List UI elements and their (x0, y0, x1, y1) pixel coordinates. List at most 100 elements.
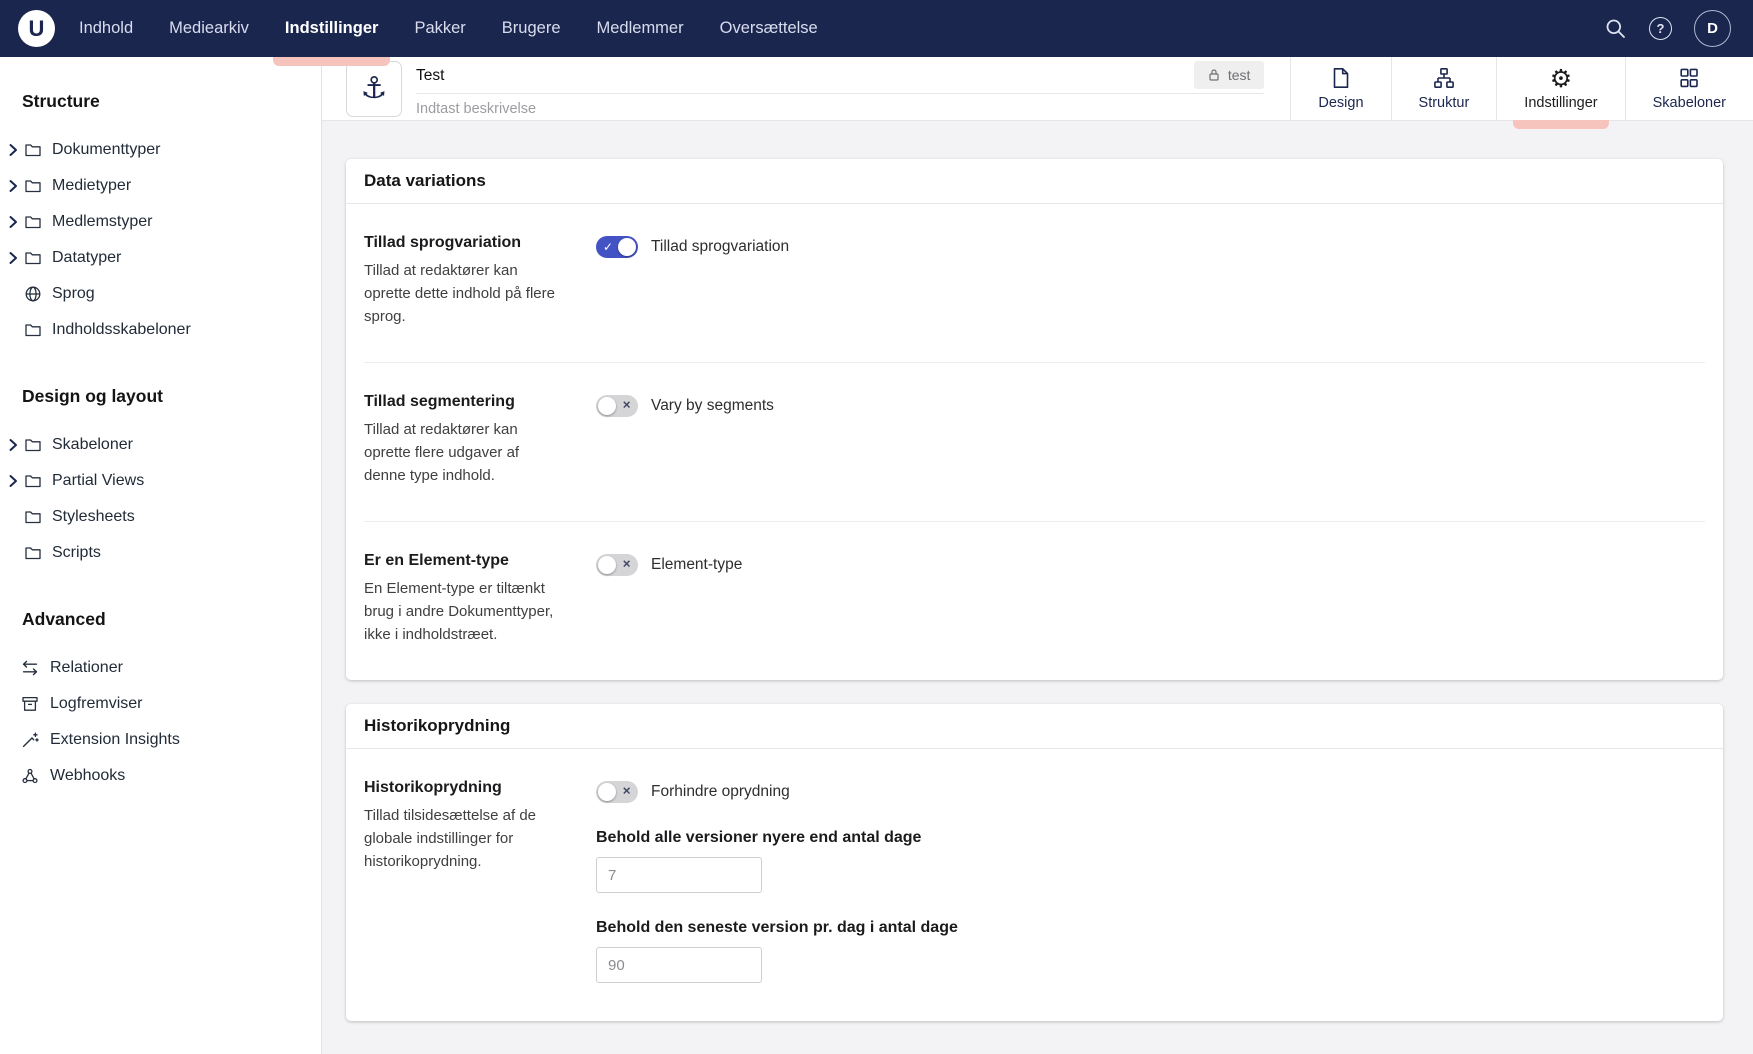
description-input[interactable] (416, 94, 1264, 117)
search-icon[interactable] (1604, 17, 1627, 40)
cross-icon: ✕ (622, 401, 631, 412)
property-label: Historikoprydning (364, 779, 596, 797)
property-row-historikoprydning: Historikoprydning Tillad tilsidesættelse… (364, 749, 1705, 1021)
property-label: Tillad sprogvariation (364, 234, 596, 252)
sidebar-item-stylesheets[interactable]: Stylesheets (0, 499, 321, 535)
nav-item-pakker[interactable]: Pakker (414, 0, 465, 57)
sidebar-item-label: Skabeloner (52, 436, 133, 454)
folder-icon (24, 177, 43, 195)
chevron-right-icon[interactable] (8, 474, 23, 488)
nav-item-mediearkiv[interactable]: Mediearkiv (169, 0, 249, 57)
nav-item-medlemmer[interactable]: Medlemmer (597, 0, 684, 57)
sidebar-item-label: Datatyper (52, 249, 121, 267)
document-icon (1329, 66, 1353, 90)
folder-icon (24, 508, 43, 526)
toggle-element-type[interactable]: ✕ (596, 554, 638, 576)
chevron-right-icon[interactable] (8, 143, 23, 157)
tab-label: Struktur (1419, 95, 1470, 111)
sidebar-item-label: Extension Insights (50, 731, 180, 749)
top-navigation: U Indhold Mediearkiv Indstillinger Pakke… (0, 0, 1753, 57)
toggle-knob (598, 397, 616, 415)
nav-item-oversaettelse[interactable]: Oversættelse (720, 0, 818, 57)
sidebar-item-dokumenttyper[interactable]: Dokumenttyper (0, 132, 321, 168)
toggle-label: Element-type (651, 556, 742, 574)
toggle-segmentering[interactable]: ✕ (596, 395, 638, 417)
sidebar-item-datatyper[interactable]: Datatyper (0, 240, 321, 276)
card-title: Historikoprydning (364, 716, 510, 735)
keep-latest-version-days-input[interactable] (596, 947, 762, 983)
sidebar-item-partial-views[interactable]: Partial Views (0, 463, 321, 499)
tab-indstillinger[interactable]: ⚙ Indstillinger (1496, 57, 1624, 120)
wand-icon (21, 731, 40, 749)
property-row-tillad-segmentering: Tillad segmentering Tillad at redaktører… (364, 362, 1705, 521)
keep-versions-days-input[interactable] (596, 857, 762, 893)
gear-icon: ⚙ (1550, 66, 1572, 90)
property-row-element-type: Er en Element-type En Element-type er ti… (364, 521, 1705, 680)
sidebar-item-label: Logfremviser (50, 695, 142, 713)
nav-item-indstillinger[interactable]: Indstillinger (285, 0, 379, 57)
sidebar-item-medietyper[interactable]: Medietyper (0, 168, 321, 204)
sidebar-item-label: Dokumenttyper (52, 141, 161, 159)
sidebar-item-label: Partial Views (52, 472, 144, 490)
anchor-icon: ⚓ (361, 74, 388, 104)
help-icon[interactable]: ? (1649, 17, 1672, 40)
tab-design[interactable]: Design (1290, 57, 1390, 120)
name-input[interactable] (416, 63, 1194, 87)
property-label: Er en Element-type (364, 552, 596, 570)
toggle-knob (618, 238, 636, 256)
chevron-right-icon[interactable] (8, 179, 23, 193)
tab-struktur[interactable]: Struktur (1391, 57, 1497, 120)
field-label-keep-versions-days: Behold alle versioner nyere end antal da… (596, 829, 1705, 847)
nav-item-indhold[interactable]: Indhold (79, 0, 133, 57)
toggle-sprogvariation[interactable]: ✓ (596, 236, 638, 258)
property-description: Tillad tilsidesættelse af de globale ind… (364, 804, 564, 873)
sidebar-item-webhooks[interactable]: Webhooks (0, 758, 321, 794)
tab-label: Design (1318, 95, 1363, 111)
swap-arrows-icon (21, 659, 40, 677)
folder-icon (24, 472, 43, 490)
user-avatar[interactable]: D (1694, 10, 1731, 47)
sitemap-icon (1432, 66, 1456, 90)
alias-badge[interactable]: test (1194, 61, 1265, 89)
property-row-tillad-sprogvariation: Tillad sprogvariation Tillad at redaktør… (364, 204, 1705, 362)
settings-scroll-area[interactable]: Data variations Tillad sprogvariation Ti… (322, 121, 1753, 1054)
toggle-forhindre-oprydning[interactable]: ✕ (596, 781, 638, 803)
sidebar-item-medlemstyper[interactable]: Medlemstyper (0, 204, 321, 240)
sidebar-item-label: Scripts (52, 544, 101, 562)
property-description: En Element-type er tiltænkt brug i andre… (364, 577, 564, 646)
archive-box-icon (21, 695, 40, 713)
cross-icon: ✕ (622, 560, 631, 571)
sidebar-item-label: Indholdsskabeloner (52, 321, 191, 339)
sidebar-item-label: Webhooks (50, 767, 125, 785)
folder-icon (24, 321, 43, 339)
sidebar-item-sprog[interactable]: Sprog (0, 276, 321, 312)
folder-icon (24, 141, 43, 159)
folder-icon (24, 544, 43, 562)
section-title-design-og-layout: Design og layout (22, 386, 321, 407)
document-type-icon-picker-button[interactable]: ⚓ (346, 61, 402, 117)
section-title-advanced: Advanced (22, 609, 321, 630)
sidebar-item-extension-insights[interactable]: Extension Insights (0, 722, 321, 758)
sidebar-item-scripts[interactable]: Scripts (0, 535, 321, 571)
umbraco-logo[interactable]: U (18, 10, 55, 47)
toggle-label: Vary by segments (651, 397, 774, 415)
sidebar-item-relationer[interactable]: Relationer (0, 650, 321, 686)
workspace-tabs: Design Struktur ⚙ Indstillinger Skab (1290, 57, 1753, 120)
chevron-right-icon[interactable] (8, 438, 23, 452)
chevron-right-icon[interactable] (8, 215, 23, 229)
folder-icon (24, 436, 43, 454)
sidebar-item-logfremviser[interactable]: Logfremviser (0, 686, 321, 722)
blocks-grid-icon (1677, 66, 1701, 90)
lock-icon (1208, 68, 1220, 82)
sidebar-item-indholdsskabeloner[interactable]: Indholdsskabeloner (0, 312, 321, 348)
webhook-icon (21, 767, 40, 785)
sidebar-item-label: Sprog (52, 285, 95, 303)
alias-text: test (1228, 67, 1251, 83)
check-icon: ✓ (603, 241, 613, 253)
toggle-knob (598, 556, 616, 574)
nav-item-brugere[interactable]: Brugere (502, 0, 561, 57)
chevron-right-icon[interactable] (8, 251, 23, 265)
tab-skabeloner[interactable]: Skabeloner (1625, 57, 1753, 120)
settings-tree-sidebar: Structure Dokumenttyper Medietyper (0, 57, 322, 1054)
sidebar-item-skabeloner[interactable]: Skabeloner (0, 427, 321, 463)
